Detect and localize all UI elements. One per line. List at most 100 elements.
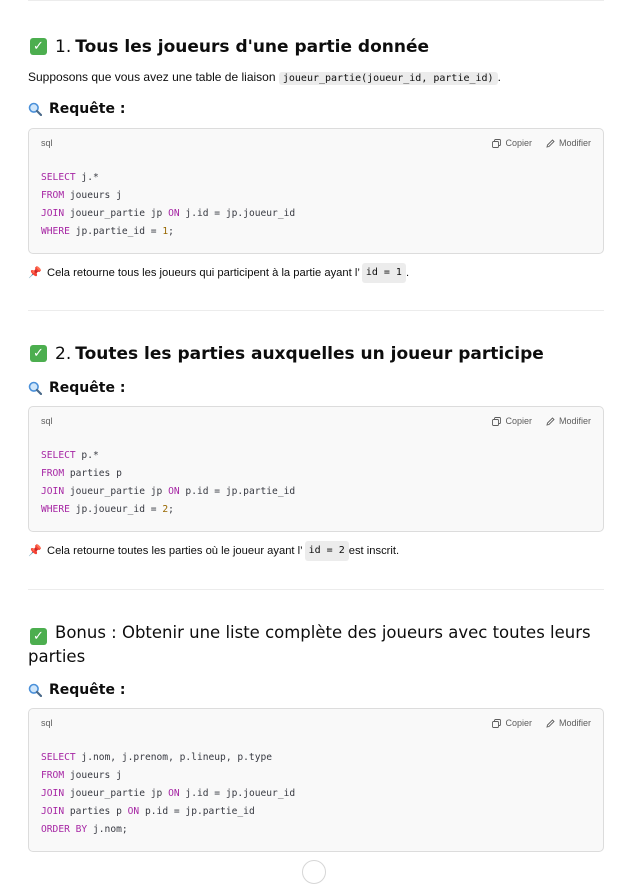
code-block-3: sql Copier Modifier SELECT j.nom, j.pren… — [28, 708, 604, 852]
sql-keyword: FROM — [41, 468, 65, 479]
section1-note-code: id = 1 — [361, 263, 406, 283]
code-line: SELECT p.* — [41, 450, 99, 461]
edit-label: Modifier — [558, 718, 591, 728]
magnifier-icon — [28, 683, 42, 697]
section2-query-heading: Requête : — [28, 378, 604, 398]
code-line: JOIN parties p ON p.id = jp.partie_id — [41, 806, 255, 817]
sql-keyword: ORDER BY — [41, 824, 88, 835]
code-token: joueurs j — [64, 190, 122, 201]
code-line: JOIN joueur_partie jp ON p.id = jp.parti… — [41, 486, 295, 497]
code-token: p.* — [75, 450, 99, 461]
code-token: p.id = jp.partie_id — [139, 806, 255, 817]
sql-keyword: ON — [127, 806, 140, 817]
code-token: j.id = jp.joueur_id — [179, 208, 296, 219]
code-token: parties p — [64, 468, 122, 479]
code-token: j.nom, j.prenom, p.lineup, p.type — [75, 752, 273, 763]
magnifier-icon — [28, 102, 42, 116]
copy-button[interactable]: Copier — [492, 138, 532, 148]
section1-intro: Supposons que vous avez une table de lia… — [28, 68, 604, 88]
edit-icon — [546, 138, 555, 148]
section1-title: Tous les joueurs d'une partie donnée — [75, 37, 430, 57]
code-line: ORDER BY j.nom; — [41, 824, 128, 835]
sql-keyword: JOIN — [41, 806, 65, 817]
code-line: FROM joueurs j — [41, 770, 122, 781]
section2-query-label: Requête : — [49, 380, 126, 396]
edit-button[interactable]: Modifier — [546, 416, 591, 426]
sql-keyword: FROM — [41, 190, 65, 201]
copy-label: Copier — [505, 416, 532, 426]
code-token: j.id = jp.joueur_id — [179, 788, 296, 799]
check-icon: ✓ — [30, 38, 47, 55]
code-token: joueur_partie jp — [64, 788, 169, 799]
check-icon: ✓ — [30, 628, 47, 645]
section3-heading: ✓ Bonus : Obtenir une liste complète des … — [28, 621, 604, 669]
edit-icon — [546, 416, 555, 426]
code-content: SELECT p.* FROM parties p JOIN joueur_pa… — [29, 435, 603, 531]
edit-button[interactable]: Modifier — [546, 138, 591, 148]
section1-note: 📌 Cela retourne tous les joueurs qui par… — [28, 263, 604, 283]
edit-label: Modifier — [558, 416, 591, 426]
check-icon: ✓ — [30, 345, 47, 362]
section2-heading: ✓ 2. Toutes les parties auxquelles un jo… — [28, 342, 604, 366]
magnifier-icon — [28, 381, 42, 395]
sql-keyword: SELECT — [41, 752, 76, 763]
section1-intro-code: joueur_partie(joueur_id, partie_id) — [278, 72, 498, 85]
code-token: joueur_partie jp — [64, 486, 169, 497]
code-content: SELECT j.nom, j.prenom, p.lineup, p.type… — [29, 737, 603, 851]
scroll-down-button[interactable] — [302, 860, 326, 884]
code-line: WHERE jp.joueur_id = 2; — [41, 504, 174, 515]
code-token: joueurs j — [64, 770, 122, 781]
section1-number: 1. — [55, 37, 72, 57]
section2-number: 2. — [55, 344, 72, 364]
code-token: j.* — [75, 172, 99, 183]
code-language-label: sql — [41, 138, 53, 148]
section1-query-label: Requête : — [49, 101, 126, 117]
copy-button[interactable]: Copier — [492, 416, 532, 426]
section2-note-text: Cela retourne toutes les parties où le j… — [47, 545, 303, 557]
sql-keyword: WHERE — [41, 504, 70, 515]
code-token: parties p — [64, 806, 128, 817]
copy-label: Copier — [505, 718, 532, 728]
section2-note-end: est inscrit. — [348, 545, 400, 557]
copy-button[interactable]: Copier — [492, 718, 532, 728]
code-token: ; — [168, 226, 174, 237]
code-block-header: sql Copier Modifier — [29, 407, 603, 435]
pushpin-icon: 📌 — [28, 545, 42, 557]
edit-label: Modifier — [558, 138, 591, 148]
sql-keyword: ON — [168, 486, 180, 497]
edit-button[interactable]: Modifier — [546, 718, 591, 728]
section3-title: Bonus : Obtenir une liste complète des j… — [28, 623, 591, 666]
code-line: JOIN joueur_partie jp ON j.id = jp.joueu… — [41, 208, 295, 219]
code-token: p.id = jp.partie_id — [179, 486, 296, 497]
section1-query-heading: Requête : — [28, 99, 604, 119]
code-token: jp.partie_id = — [69, 226, 163, 237]
code-token: jp.joueur_id = — [69, 504, 163, 515]
sql-keyword: JOIN — [41, 486, 65, 497]
code-token: j.nom; — [87, 824, 128, 835]
code-block-header: sql Copier Modifier — [29, 709, 603, 737]
code-token: ; — [168, 504, 174, 515]
code-content: SELECT j.* FROM joueurs j JOIN joueur_pa… — [29, 157, 603, 253]
sql-keyword: FROM — [41, 770, 65, 781]
section2-title: Toutes les parties auxquelles un joueur … — [75, 344, 544, 364]
copy-icon — [492, 416, 502, 426]
code-block-1: sql Copier Modifier SELECT j.* FROM joue… — [28, 128, 604, 254]
code-line: SELECT j.* — [41, 172, 99, 183]
section1-heading: ✓ 1. Tous les joueurs d'une partie donné… — [28, 35, 604, 59]
pushpin-icon: 📌 — [28, 267, 42, 279]
code-line: FROM parties p — [41, 468, 122, 479]
copy-label: Copier — [505, 138, 532, 148]
copy-icon — [492, 138, 502, 148]
code-line: WHERE jp.partie_id = 1; — [41, 226, 174, 237]
code-line: SELECT j.nom, j.prenom, p.lineup, p.type — [41, 752, 272, 763]
copy-icon — [492, 718, 502, 728]
code-language-label: sql — [41, 416, 53, 426]
section2-note: 📌 Cela retourne toutes les parties où le… — [28, 541, 604, 561]
code-token: joueur_partie jp — [64, 208, 169, 219]
sql-keyword: WHERE — [41, 226, 70, 237]
chat-message-content: ✓ 1. Tous les joueurs d'une partie donné… — [28, 0, 604, 852]
code-line: FROM joueurs j — [41, 190, 122, 201]
sql-keyword: JOIN — [41, 208, 65, 219]
section1-note-end: . — [405, 267, 410, 279]
section3-query-heading: Requête : — [28, 680, 604, 700]
